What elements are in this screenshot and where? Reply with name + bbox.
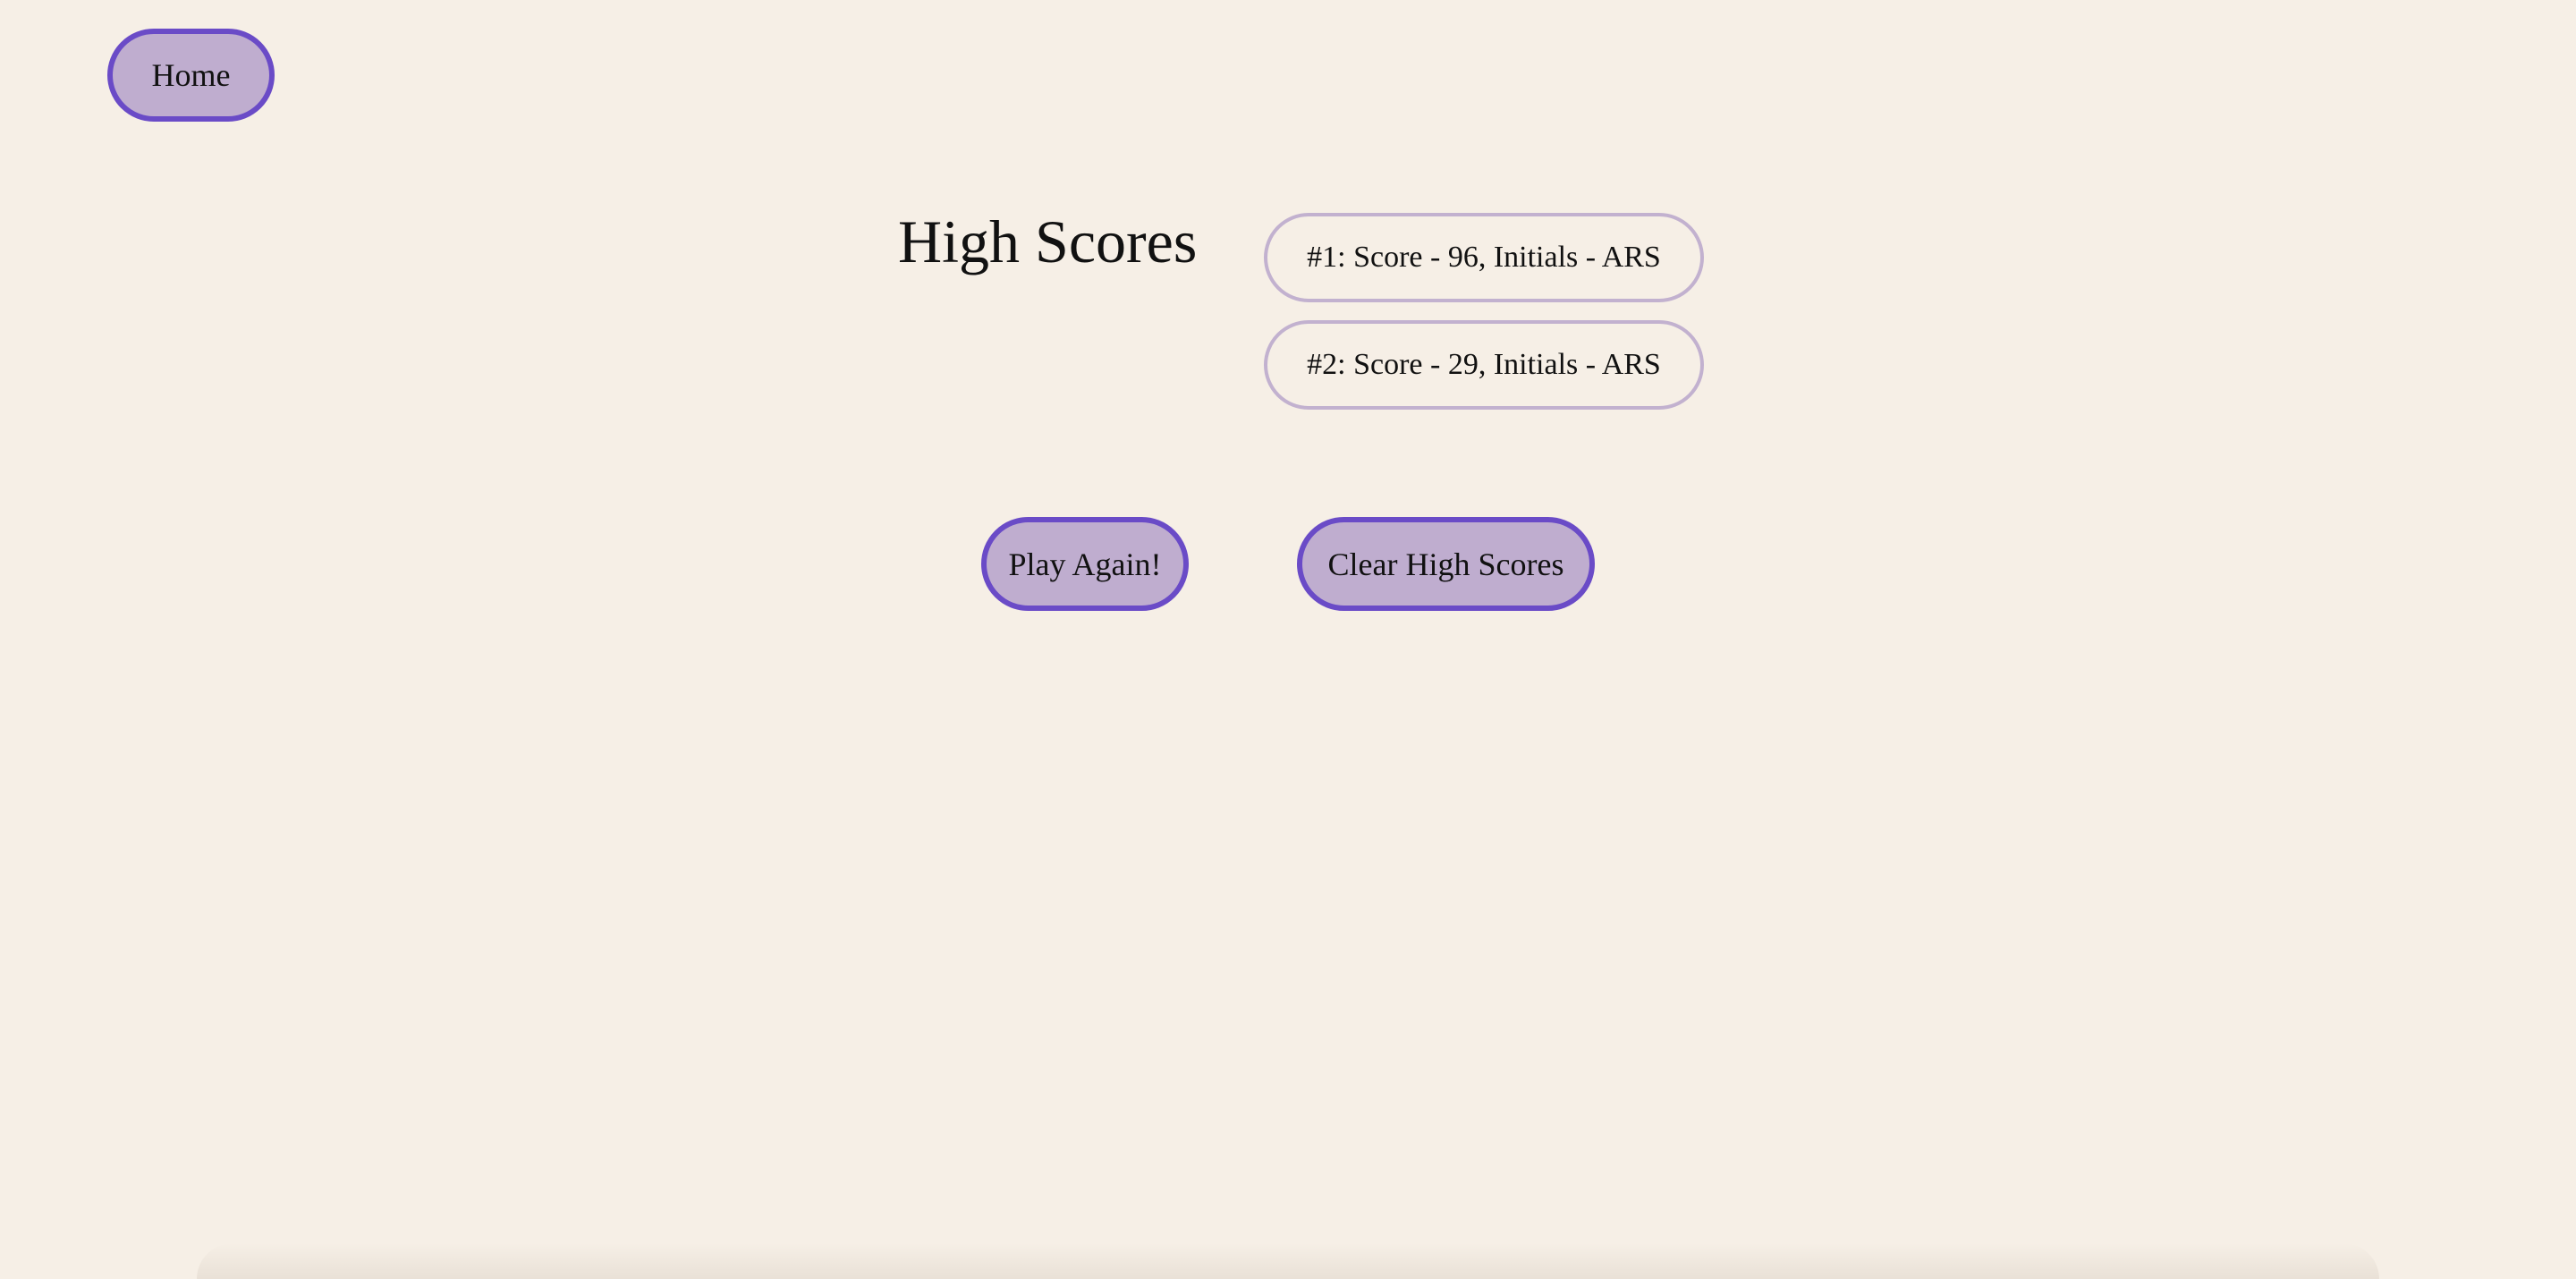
bottom-edge-shadow: [197, 1243, 2379, 1279]
high-scores-page: { "nav": { "home_label": "Home" }, "high…: [0, 0, 2576, 1279]
play-again-button[interactable]: Play Again!: [981, 517, 1189, 611]
page-title: High Scores: [898, 208, 1198, 275]
high-score-entry: #2: Score - 29, Initials - ARS: [1264, 320, 1704, 410]
home-button[interactable]: Home: [107, 29, 275, 122]
high-score-entry: #1: Score - 96, Initials - ARS: [1264, 213, 1704, 302]
clear-high-scores-button[interactable]: Clear High Scores: [1297, 517, 1595, 611]
